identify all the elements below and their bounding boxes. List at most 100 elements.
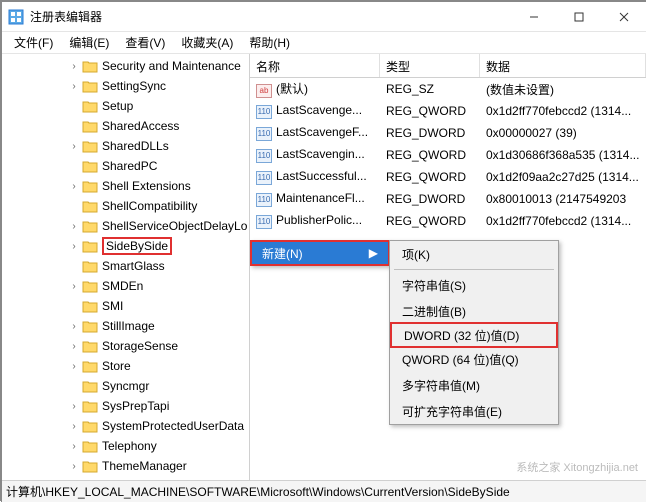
expand-icon[interactable]: › [68, 81, 80, 92]
tree-label: SharedPC [102, 159, 157, 173]
menu-view[interactable]: 查看(V) [117, 32, 173, 53]
tree-panel[interactable]: › Security and Maintenance ›SettingSyncSet… [2, 54, 250, 480]
expand-icon[interactable]: › [68, 441, 80, 452]
tree-label: SMI [102, 299, 123, 313]
ctx-qword[interactable]: QWORD (64 位)值(Q) [390, 346, 558, 372]
close-button[interactable] [601, 2, 646, 32]
col-data[interactable]: 数据 [480, 54, 646, 77]
tree-item[interactable]: › ShellServiceObjectDelayLo [2, 216, 249, 236]
expand-icon[interactable]: › [68, 361, 80, 372]
statusbar: 计算机\HKEY_LOCAL_MACHINE\SOFTWARE\Microsof… [2, 480, 646, 502]
maximize-button[interactable] [556, 2, 601, 32]
value-type: REG_DWORD [380, 124, 480, 142]
folder-icon [82, 219, 98, 233]
col-name[interactable]: 名称 [250, 54, 380, 77]
folder-icon [82, 459, 98, 473]
folder-icon [82, 199, 98, 213]
value-row[interactable]: 110LastScavenge...REG_QWORD0x1d2ff770feb… [250, 100, 646, 122]
tree-label: StillImage [102, 319, 155, 333]
expand-icon[interactable]: › [68, 341, 80, 352]
app-icon [8, 9, 24, 25]
tree-item[interactable]: ›SharedDLLs [2, 136, 249, 156]
value-row[interactable]: 110LastScavengeF...REG_DWORD0x00000027 (… [250, 122, 646, 144]
titlebar: 注册表编辑器 [2, 2, 646, 32]
binary-value-icon: 110 [256, 127, 272, 141]
ctx-new[interactable]: 新建(N) ▶ [250, 240, 390, 266]
tree-item[interactable]: Setup [2, 96, 249, 116]
tree-item[interactable]: › Store [2, 356, 249, 376]
ctx-dword[interactable]: DWORD (32 位)值(D) [390, 322, 558, 348]
value-row[interactable]: 110MaintenanceFl...REG_DWORD0x80010013 (… [250, 188, 646, 210]
expand-icon[interactable]: › [68, 461, 80, 472]
ctx-expand[interactable]: 可扩充字符串值(E) [390, 398, 558, 424]
folder-icon [82, 159, 98, 173]
tree-item[interactable]: ›SideBySide [2, 236, 249, 256]
menu-help[interactable]: 帮助(H) [241, 32, 298, 53]
ctx-multi[interactable]: 多字符串值(M) [390, 372, 558, 398]
tree-item[interactable]: SharedPC [2, 156, 249, 176]
value-row[interactable]: ab(默认)REG_SZ(数值未设置) [250, 78, 646, 100]
tree-label: Security and Maintenance [102, 59, 241, 73]
tree-item[interactable]: › ThemeManager [2, 456, 249, 476]
expand-icon[interactable]: › [68, 421, 80, 432]
tree-item[interactable]: ›Telephony [2, 436, 249, 456]
tree-item[interactable]: › StillImage [2, 316, 249, 336]
value-name: LastScavenge... [276, 103, 362, 117]
col-type[interactable]: 类型 [380, 54, 480, 77]
folder-icon [82, 139, 98, 153]
value-row[interactable]: 110PublisherPolic...REG_QWORD0x1d2ff770f… [250, 210, 646, 232]
folder-icon [82, 59, 98, 73]
tree-item[interactable]: ›Shell Extensions [2, 176, 249, 196]
expand-icon[interactable]: › [68, 61, 80, 72]
value-data: 0x1d2ff770febccd2 (1314... [480, 102, 646, 120]
tree-item[interactable]: ›SystemProtectedUserData [2, 416, 249, 436]
expand-icon[interactable]: › [68, 281, 80, 292]
expand-icon[interactable]: › [68, 141, 80, 152]
value-name: LastSuccessful... [276, 169, 367, 183]
folder-icon [82, 79, 98, 93]
ctx-key[interactable]: 项(K) [390, 241, 558, 267]
expand-icon[interactable]: › [68, 401, 80, 412]
tree-item[interactable]: ›SysPrepTapi [2, 396, 249, 416]
tree-item[interactable]: SharedAccess [2, 116, 249, 136]
folder-icon [82, 99, 98, 113]
tree-item[interactable]: SMI [2, 296, 249, 316]
ctx-new-label: 新建(N) [262, 245, 303, 262]
expand-icon[interactable]: › [68, 321, 80, 332]
menu-edit[interactable]: 编辑(E) [61, 32, 117, 53]
menu-file[interactable]: 文件(F) [6, 32, 61, 53]
expand-icon[interactable]: › [68, 181, 80, 192]
tree-item[interactable]: Syncmgr [2, 376, 249, 396]
ctx-binary[interactable]: 二进制值(B) [390, 298, 558, 324]
tree-item[interactable]: SmartGlass [2, 256, 249, 276]
context-menu-new: 项(K) 字符串值(S) 二进制值(B) DWORD (32 位)值(D) QW… [389, 240, 559, 425]
ctx-string[interactable]: 字符串值(S) [390, 272, 558, 298]
value-type: REG_DWORD [380, 190, 480, 208]
tree-label: StorageSense [102, 339, 178, 353]
values-panel[interactable]: 名称 类型 数据 ab(默认)REG_SZ(数值未设置)110LastScave… [250, 54, 646, 480]
tree-label: ShellServiceObjectDelayLo [102, 219, 247, 233]
value-data: (数值未设置) [480, 79, 646, 100]
tree-item[interactable]: ›SMDEn [2, 276, 249, 296]
menu-favorites[interactable]: 收藏夹(A) [173, 32, 241, 53]
binary-value-icon: 110 [256, 215, 272, 229]
minimize-button[interactable] [511, 2, 556, 32]
expand-icon[interactable]: › [68, 241, 80, 252]
tree-item[interactable]: ›SettingSync [2, 76, 249, 96]
tree-item[interactable]: › Security and Maintenance [2, 56, 249, 76]
tree-label: ThemeManager [102, 459, 187, 473]
tree-item[interactable]: ShellCompatibility [2, 196, 249, 216]
tree-item[interactable]: › StorageSense [2, 336, 249, 356]
value-type: REG_SZ [380, 80, 480, 98]
tree-label: Store [102, 359, 131, 373]
folder-icon [82, 119, 98, 133]
value-data: 0x1d30686f368a535 (1314... [480, 146, 646, 164]
expand-icon[interactable]: › [68, 221, 80, 232]
binary-value-icon: 110 [256, 193, 272, 207]
value-row[interactable]: 110LastScavengin...REG_QWORD0x1d30686f36… [250, 144, 646, 166]
value-name: (默认) [276, 82, 308, 96]
submenu-arrow-icon: ▶ [369, 246, 378, 260]
tree-label: SmartGlass [102, 259, 165, 273]
folder-icon [82, 379, 98, 393]
value-row[interactable]: 110LastSuccessful...REG_QWORD0x1d2f09aa2… [250, 166, 646, 188]
